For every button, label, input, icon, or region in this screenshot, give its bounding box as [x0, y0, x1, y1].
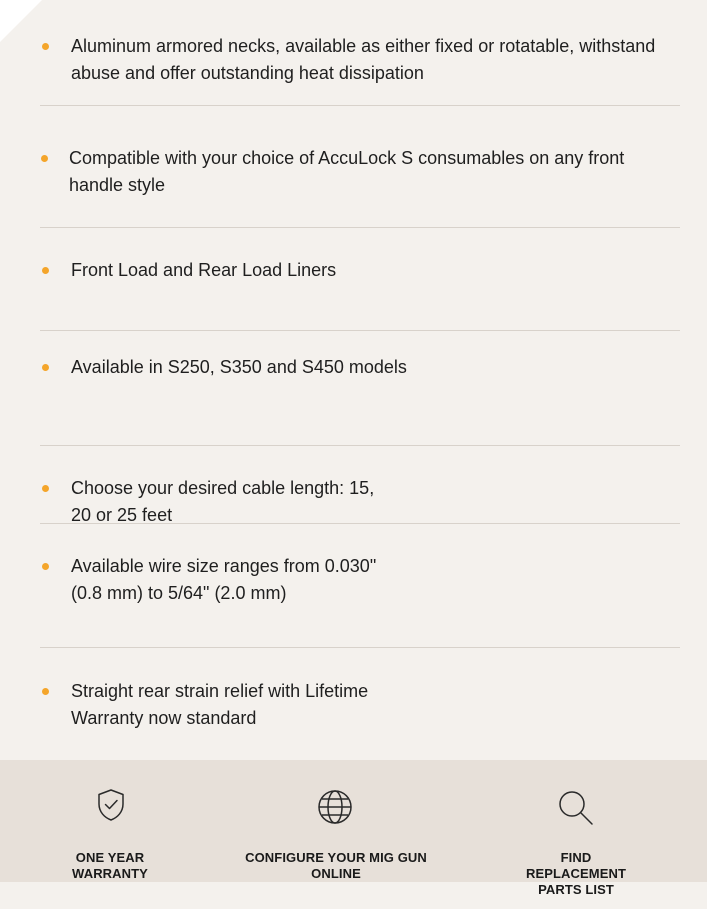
search-icon	[559, 791, 593, 825]
bullet-icon	[42, 688, 49, 695]
corner-cut	[0, 0, 42, 42]
divider	[40, 227, 680, 228]
divider	[40, 647, 680, 648]
bullet-icon	[42, 43, 49, 50]
divider	[40, 330, 680, 331]
bullet-icon	[42, 563, 49, 570]
bullet-icon	[42, 485, 49, 492]
divider	[40, 105, 680, 106]
footer-links: ONE YEAR WARRANTY CONFIGURE YOUR MIG GUN…	[0, 760, 707, 897]
shield-check-icon	[98, 789, 124, 821]
footer-label: FIND REPLACEMENT PARTS LIST	[525, 850, 627, 897]
divider	[40, 523, 680, 524]
feature-panel: Aluminum armored necks, available as eit…	[0, 0, 707, 909]
warranty-link[interactable]: ONE YEAR WARRANTY	[40, 760, 180, 882]
replacement-parts-link[interactable]: FIND REPLACEMENT PARTS LIST	[486, 760, 666, 897]
bullet-icon	[42, 267, 49, 274]
configure-online-link[interactable]: CONFIGURE YOUR MIG GUN ONLINE	[236, 760, 436, 882]
feature-text: Available wire size ranges from 0.030" (…	[71, 556, 377, 603]
feature-text: Front Load and Rear Load Liners	[71, 260, 337, 280]
feature-text: Aluminum armored necks, available as eit…	[71, 36, 656, 83]
feature-text: Choose your desired cable length: 15, 20…	[71, 478, 375, 525]
divider	[40, 445, 680, 446]
globe-icon	[318, 790, 352, 824]
bullet-icon	[41, 155, 48, 162]
feature-text: Available in S250, S350 and S450 models	[71, 357, 407, 377]
feature-text: Compatible with your choice of AccuLock …	[69, 148, 625, 195]
footer-label: ONE YEAR WARRANTY	[72, 850, 148, 881]
feature-text: Straight rear strain relief with Lifetim…	[71, 681, 369, 728]
footer-label: CONFIGURE YOUR MIG GUN ONLINE	[245, 850, 427, 881]
bullet-icon	[42, 364, 49, 371]
